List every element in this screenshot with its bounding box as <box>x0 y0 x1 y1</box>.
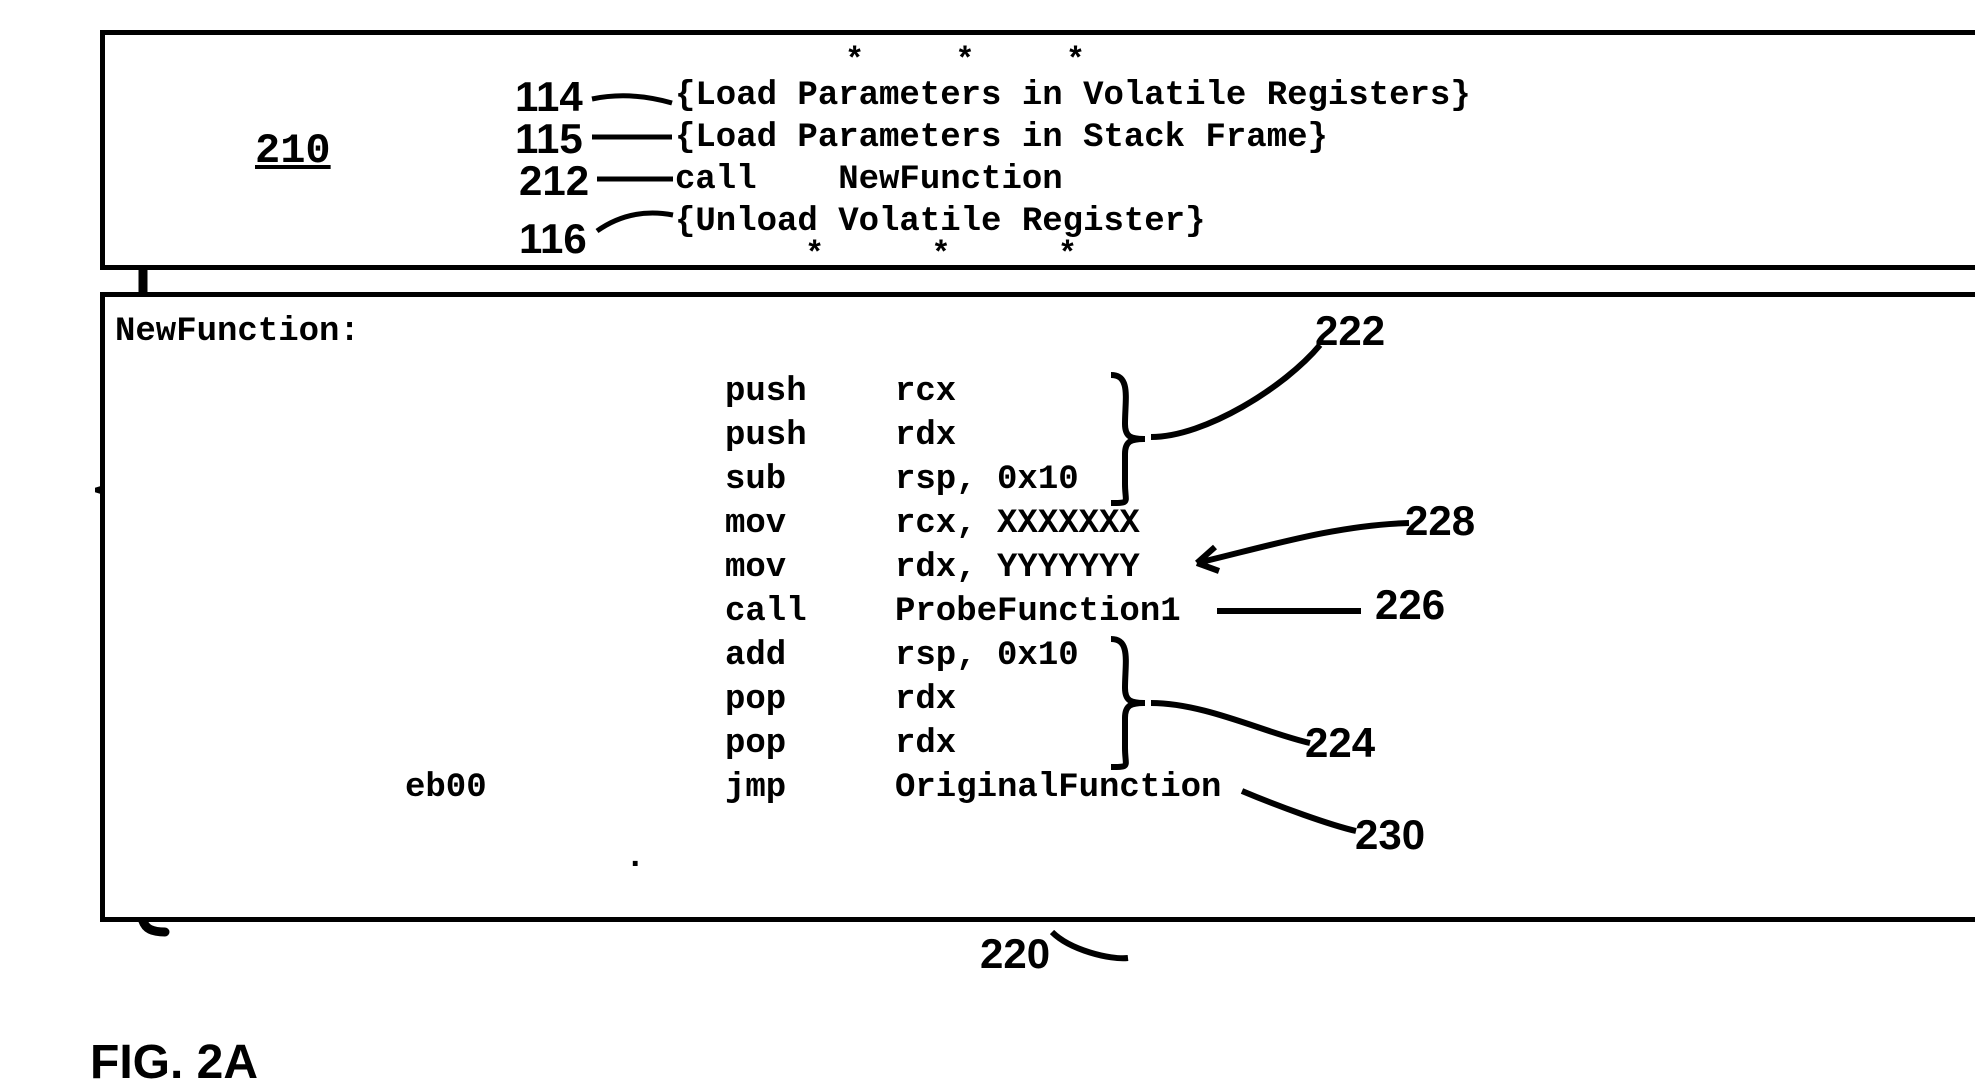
instr-4-args: rdx, YYYYYYY <box>895 547 1140 590</box>
line-114: {Load Parameters in Volatile Registers} <box>675 75 1471 118</box>
instr-3-args: rcx, XXXXXXX <box>895 503 1140 546</box>
instr-0-op: push <box>725 371 807 414</box>
instr-7-args: rdx <box>895 679 956 722</box>
stars-bottom: * * * <box>805 235 1121 275</box>
newfunction-label: NewFunction: <box>115 311 360 354</box>
instr-9-args: OriginalFunction <box>895 767 1221 810</box>
instr-2-op: sub <box>725 459 786 502</box>
ref-212: 212 <box>519 155 589 208</box>
leader-220 <box>1050 930 1130 970</box>
instr-8-op: pop <box>725 723 786 766</box>
ref-222: 222 <box>1315 305 1385 358</box>
line-115: {Load Parameters in Stack Frame} <box>675 117 1328 160</box>
leader-212 <box>595 169 675 189</box>
ref-224: 224 <box>1305 717 1375 770</box>
instr-7-op: pop <box>725 679 786 722</box>
instr-2-args: rsp, 0x10 <box>895 459 1079 502</box>
figure-2a: 210 * * * 114 {Load Parameters in Volati… <box>100 30 1975 922</box>
instr-1-op: push <box>725 415 807 458</box>
dot: . <box>625 837 645 880</box>
leader-116 <box>595 205 675 237</box>
ref-230: 230 <box>1355 809 1425 862</box>
leader-228 <box>1185 517 1415 577</box>
instr-6-args: rsp, 0x10 <box>895 635 1079 678</box>
instr-8-args: rdx <box>895 723 956 766</box>
instr-0-args: rcx <box>895 371 956 414</box>
instr-6-op: add <box>725 635 786 678</box>
instr-9-op: jmp <box>725 767 786 810</box>
box-label-210: 210 <box>255 125 331 178</box>
instr-1-args: rdx <box>895 415 956 458</box>
leader-230 <box>1240 787 1360 837</box>
brace-222 <box>1105 369 1165 509</box>
instr-3-op: mov <box>725 503 786 546</box>
ref-116: 116 <box>519 213 587 266</box>
caller-code-box: 210 * * * 114 {Load Parameters in Volati… <box>100 30 1975 270</box>
leader-226 <box>1215 597 1365 627</box>
figure-label: FIG. 2A <box>90 1035 258 1090</box>
line-212: call NewFunction <box>675 159 1063 202</box>
ref-228: 228 <box>1405 495 1475 548</box>
leader-224 <box>1145 693 1315 753</box>
instr-4-op: mov <box>725 547 786 590</box>
newfunction-code-box: NewFunction: push rcx push rdx sub rsp, … <box>100 292 1975 922</box>
leader-222 <box>1145 337 1325 447</box>
ref-226: 226 <box>1375 579 1445 632</box>
instr-5-op: call <box>725 591 807 634</box>
brace-224 <box>1105 633 1165 773</box>
leader-114 <box>590 85 675 115</box>
ref-220: 220 <box>980 930 1050 978</box>
leader-115 <box>590 127 675 147</box>
eb00: eb00 <box>405 767 487 810</box>
instr-5-args: ProbeFunction1 <box>895 591 1181 634</box>
